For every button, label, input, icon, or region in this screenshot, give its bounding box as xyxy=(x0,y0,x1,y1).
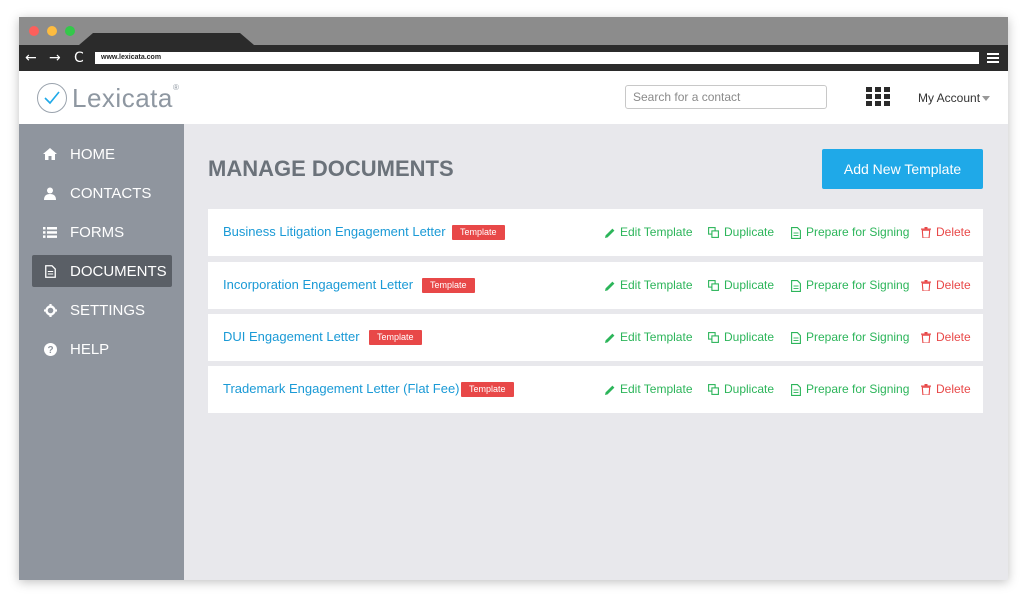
document-row: Business Litigation Engagement Letter Te… xyxy=(208,209,983,256)
document-link[interactable]: Business Litigation Engagement Letter xyxy=(223,224,446,240)
copy-icon xyxy=(708,227,719,238)
edit-template-link[interactable]: Edit Template xyxy=(605,278,693,293)
minimize-window-button[interactable] xyxy=(47,26,57,36)
add-new-template-button[interactable]: Add New Template xyxy=(822,149,983,189)
duplicate-link[interactable]: Duplicate xyxy=(708,278,774,293)
forward-arrow-icon[interactable]: → xyxy=(49,49,61,67)
prepare-for-signing-link[interactable]: Prepare for Signing xyxy=(791,278,909,293)
copy-icon xyxy=(708,332,719,343)
delete-link[interactable]: Delete xyxy=(921,278,971,293)
logo-text[interactable]: Lexicata xyxy=(72,82,173,114)
list-icon xyxy=(43,225,57,239)
delete-link[interactable]: Delete xyxy=(921,330,971,345)
sidebar-item-help[interactable]: ? HELP xyxy=(32,333,172,365)
copy-icon xyxy=(708,384,719,395)
logo-registered-mark: ® xyxy=(173,83,179,92)
edit-template-link[interactable]: Edit Template xyxy=(605,382,693,397)
close-window-button[interactable] xyxy=(29,26,39,36)
page-title: MANAGE DOCUMENTS xyxy=(208,156,454,181)
trash-icon xyxy=(921,384,931,395)
document-link[interactable]: Incorporation Engagement Letter xyxy=(223,277,413,293)
search-input[interactable] xyxy=(625,85,827,109)
sidebar-item-label: CONTACTS xyxy=(70,184,152,202)
back-arrow-icon[interactable]: ← xyxy=(25,49,37,67)
home-icon xyxy=(43,147,57,161)
browser-titlebar xyxy=(19,17,1008,45)
template-badge: Template xyxy=(369,330,422,345)
template-badge: Template xyxy=(422,278,475,293)
document-icon xyxy=(791,383,801,396)
trash-icon xyxy=(921,280,931,291)
pencil-icon xyxy=(605,385,615,395)
document-row: Incorporation Engagement Letter Template… xyxy=(208,262,983,309)
delete-link[interactable]: Delete xyxy=(921,382,971,397)
document-icon xyxy=(791,279,801,292)
maximize-window-button[interactable] xyxy=(65,26,75,36)
sidebar-item-settings[interactable]: SETTINGS xyxy=(32,294,172,326)
sidebar-item-label: DOCUMENTS xyxy=(70,262,167,280)
reload-icon[interactable]: C xyxy=(74,49,84,67)
template-badge: Template xyxy=(461,382,514,397)
my-account-menu[interactable]: My Account xyxy=(918,91,980,105)
trash-icon xyxy=(921,227,931,238)
app-header: Lexicata ® My Account xyxy=(19,71,1008,124)
browser-menu-icon[interactable] xyxy=(987,53,999,63)
document-icon xyxy=(791,331,801,344)
prepare-for-signing-link[interactable]: Prepare for Signing xyxy=(791,225,909,240)
sidebar-item-contacts[interactable]: CONTACTS xyxy=(32,177,172,209)
main-content: MANAGE DOCUMENTS Add New Template Busine… xyxy=(184,124,1008,580)
browser-navbar: ← → C www.lexicata.com xyxy=(19,45,1008,71)
url-bar[interactable]: www.lexicata.com xyxy=(95,52,979,64)
document-icon xyxy=(43,264,57,278)
chevron-down-icon[interactable] xyxy=(982,96,990,101)
sidebar-item-label: FORMS xyxy=(70,223,125,241)
sidebar-item-forms[interactable]: FORMS xyxy=(32,216,172,248)
delete-link[interactable]: Delete xyxy=(921,225,971,240)
sidebar-item-label: HELP xyxy=(70,340,110,358)
logo-check-icon[interactable] xyxy=(37,83,67,113)
duplicate-link[interactable]: Duplicate xyxy=(708,382,774,397)
document-row: DUI Engagement Letter Template Edit Temp… xyxy=(208,314,983,361)
question-icon: ? xyxy=(43,342,57,356)
sidebar-item-home[interactable]: HOME xyxy=(32,138,172,170)
document-icon xyxy=(791,226,801,239)
pencil-icon xyxy=(605,228,615,238)
sidebar-item-label: HOME xyxy=(70,145,115,163)
sidebar-item-documents[interactable]: DOCUMENTS xyxy=(32,255,172,287)
browser-window: ← → C www.lexicata.com Lexicata ® My Acc… xyxy=(19,17,1008,580)
pencil-icon xyxy=(605,281,615,291)
edit-template-link[interactable]: Edit Template xyxy=(605,330,693,345)
copy-icon xyxy=(708,280,719,291)
pencil-icon xyxy=(605,333,615,343)
template-badge: Template xyxy=(452,225,505,240)
apps-grid-icon[interactable] xyxy=(866,87,890,106)
gear-icon xyxy=(43,303,57,317)
sidebar-item-label: SETTINGS xyxy=(70,301,146,319)
document-row: Trademark Engagement Letter (Flat Fee) T… xyxy=(208,366,983,413)
browser-tab[interactable] xyxy=(79,33,254,45)
duplicate-link[interactable]: Duplicate xyxy=(708,225,774,240)
sidebar: HOME CONTACTS FORMS DOCUMENTS SETTINGS ?… xyxy=(19,124,184,580)
prepare-for-signing-link[interactable]: Prepare for Signing xyxy=(791,330,909,345)
trash-icon xyxy=(921,332,931,343)
user-icon xyxy=(43,186,57,200)
document-link[interactable]: Trademark Engagement Letter (Flat Fee) xyxy=(223,381,460,397)
duplicate-link[interactable]: Duplicate xyxy=(708,330,774,345)
svg-text:?: ? xyxy=(47,345,53,356)
edit-template-link[interactable]: Edit Template xyxy=(605,225,693,240)
prepare-for-signing-link[interactable]: Prepare for Signing xyxy=(791,382,909,397)
document-link[interactable]: DUI Engagement Letter xyxy=(223,329,360,345)
